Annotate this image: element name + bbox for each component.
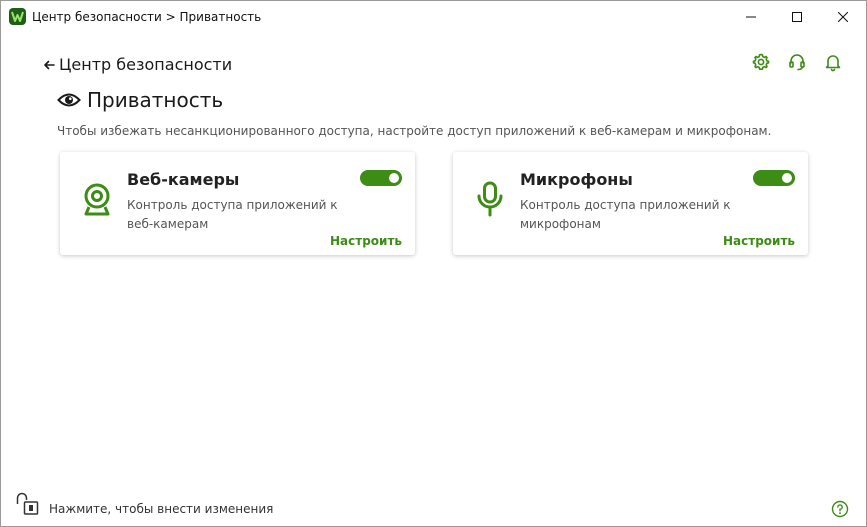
minimize-icon bbox=[746, 16, 756, 17]
back-link[interactable]: Центр безопасности bbox=[43, 55, 232, 74]
minimize-button[interactable] bbox=[728, 1, 774, 32]
eye-icon bbox=[57, 93, 81, 107]
card-title: Веб-камеры bbox=[127, 170, 240, 189]
title-bar: Центр безопасности > Приватность bbox=[1, 1, 866, 32]
app-window: Центр безопасности > Приватность Центр б… bbox=[0, 0, 867, 527]
lock-icon[interactable] bbox=[15, 492, 41, 516]
app-logo-icon bbox=[9, 8, 26, 25]
toggle-knob bbox=[782, 173, 792, 183]
gear-icon[interactable] bbox=[751, 52, 771, 72]
card-description: Контроль доступа приложений к веб-камера… bbox=[127, 198, 338, 231]
window-title: Центр безопасности > Приватность bbox=[32, 10, 262, 24]
webcam-icon bbox=[84, 183, 110, 216]
footer-unlock-text[interactable]: Нажмите, чтобы внести изменения bbox=[49, 502, 273, 516]
card-title: Микрофоны bbox=[520, 170, 633, 189]
maximize-button[interactable] bbox=[774, 1, 820, 32]
webcam-toggle[interactable] bbox=[360, 170, 402, 186]
page-title: Приватность bbox=[87, 88, 224, 112]
webcam-configure-link[interactable]: Настроить bbox=[330, 234, 402, 248]
microphone-icon bbox=[477, 181, 503, 217]
toggle-knob bbox=[389, 173, 399, 183]
close-icon bbox=[838, 11, 848, 22]
close-button[interactable] bbox=[820, 1, 866, 32]
maximize-icon bbox=[792, 11, 802, 22]
microphone-toggle[interactable] bbox=[753, 170, 795, 186]
page-title-row: Приватность bbox=[57, 88, 223, 112]
microphone-configure-link[interactable]: Настроить bbox=[723, 234, 795, 248]
card-description: Контроль доступа приложений к микрофонам bbox=[520, 198, 731, 231]
bell-icon[interactable] bbox=[823, 52, 843, 72]
microphone-card: Микрофоны Контроль доступа приложений к … bbox=[453, 152, 808, 255]
help-icon[interactable] bbox=[831, 500, 849, 518]
arrow-left-icon bbox=[44, 60, 55, 69]
headset-icon[interactable] bbox=[787, 52, 807, 72]
webcam-card: Веб-камеры Контроль доступа приложений к… bbox=[60, 152, 415, 255]
page-description: Чтобы избежать несанкционированного дост… bbox=[57, 124, 772, 138]
back-link-label: Центр безопасности bbox=[59, 55, 233, 74]
